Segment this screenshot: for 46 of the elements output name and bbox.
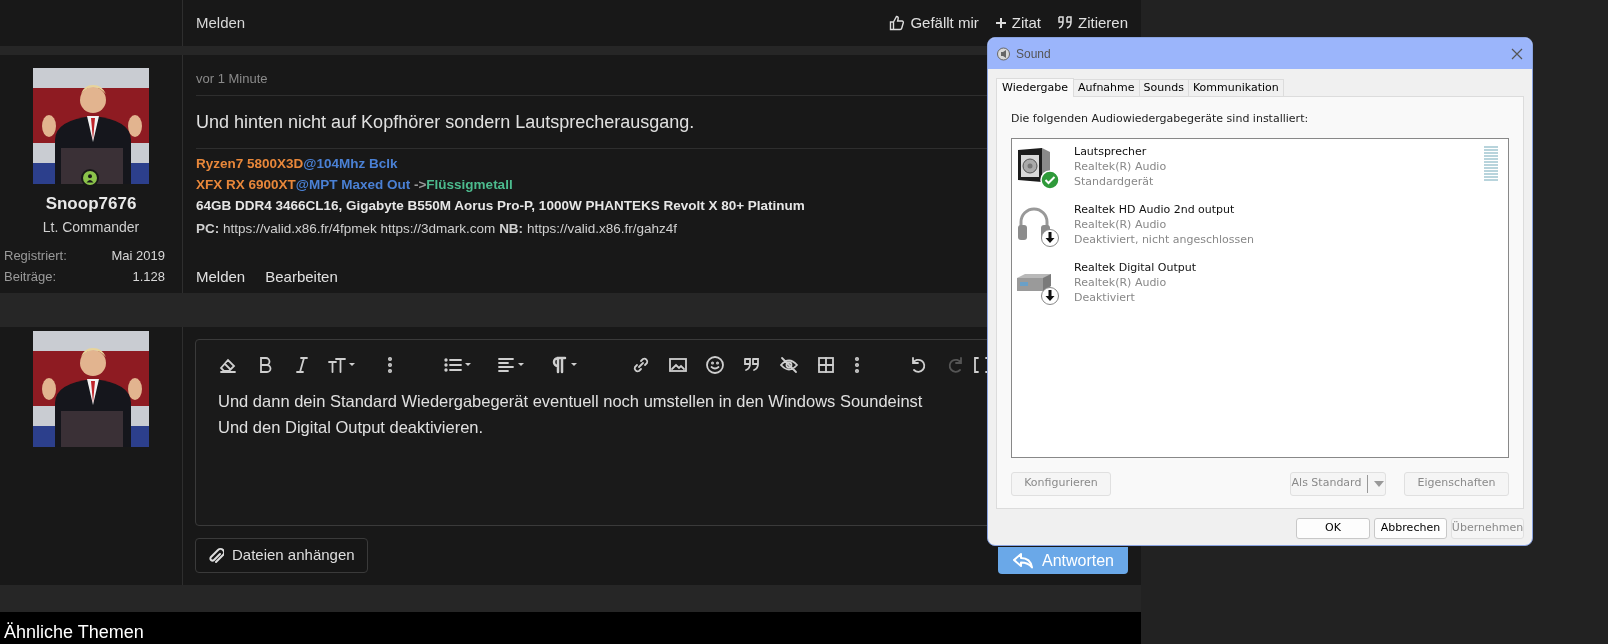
split-button: Als Standard — [1290, 471, 1386, 496]
editor-text-line: Und den Digital Output deaktivieren. — [218, 417, 484, 438]
signature-text: @104Mhz Bclk — [303, 154, 398, 173]
device-driver: Realtek(R) Audio — [1074, 158, 1167, 174]
device-name[interactable]: Realtek HD Audio 2nd output — [1074, 201, 1254, 217]
stat-label: Beiträge: — [4, 268, 57, 286]
report-link[interactable]: Melden — [196, 11, 246, 35]
device-status: Standardgerät — [1074, 173, 1155, 189]
signature-text: @MPT Maxed Out — [295, 175, 411, 194]
signature-text: Ryzen7 5800X3D — [196, 154, 304, 173]
device-driver: Realtek(R) Audio — [1074, 274, 1168, 290]
stat-value: Mai 2019 — [111, 246, 165, 265]
post-message: Und hinten nicht auf Kopfhörer sondern Lautsprecherausgang. — [196, 110, 695, 134]
tab[interactable]: Wiedergabe — [996, 78, 1074, 97]
signature-text: 64GB DDR4 3466CL16, Gigabyte B550M Aorus Pro-P, 1000W PHANTEKS Revolt X 80+ Platinum — [196, 197, 805, 215]
window-title: Sound — [1016, 45, 1051, 63]
quote-add-link[interactable]: Zitat — [994, 11, 1041, 35]
editor-text-line: Und dann dein Standard Wiedergabegerät eventuell noch umstellen in den Windows Soundeinst — [218, 391, 923, 412]
tab[interactable]: Kommunikation — [1188, 79, 1284, 96]
tab[interactable]: Sounds — [1139, 79, 1189, 96]
device-status: Deaktiviert, nicht angeschlossen — [1074, 231, 1254, 247]
like-link[interactable]: Gefällt mir — [889, 11, 979, 35]
dialog-button: Eigenschaften — [1404, 471, 1509, 496]
dialog-button[interactable]: OK — [1296, 518, 1370, 539]
signature-text: XFX RX 6900XT — [196, 175, 296, 194]
tab[interactable]: Aufnahme — [1074, 79, 1140, 96]
signature-text: Flüssigmetall — [426, 175, 513, 194]
device-driver: Realtek(R) Audio — [1074, 216, 1168, 232]
dialog-button: Konfigurieren — [1011, 471, 1111, 496]
user-rank: Lt. Commander — [42, 217, 140, 237]
post-action-link[interactable]: Melden — [196, 265, 246, 288]
stat-value: 1.128 — [132, 268, 165, 286]
quote-link[interactable]: Zitieren — [1056, 11, 1128, 35]
username[interactable]: Snoop7676 — [45, 191, 137, 217]
dialog-button[interactable]: Abbrechen — [1374, 518, 1447, 539]
device-status: Deaktiviert — [1074, 289, 1136, 305]
signature-links: PC: https://valid.x86.fr/4fpmek https://3dmark.com NB: https://valid.x86.fr/gahz4f — [196, 220, 677, 239]
dialog-button: Übernehmen — [1451, 518, 1524, 539]
instruction-text: Die folgenden Audiowiedergabegeräte sind installiert: — [1011, 111, 1310, 127]
device-name[interactable]: Lautsprecher — [1074, 143, 1167, 159]
post-action-link[interactable]: Bearbeiten — [265, 265, 338, 288]
signature-text: -> — [412, 175, 427, 194]
section-heading: Ähnliche Themen — [4, 621, 144, 644]
stat-label: Registriert: — [4, 246, 67, 265]
device-name[interactable]: Realtek Digital Output — [1074, 259, 1197, 275]
attach-files-button[interactable]: Dateien anhängen — [195, 538, 368, 573]
